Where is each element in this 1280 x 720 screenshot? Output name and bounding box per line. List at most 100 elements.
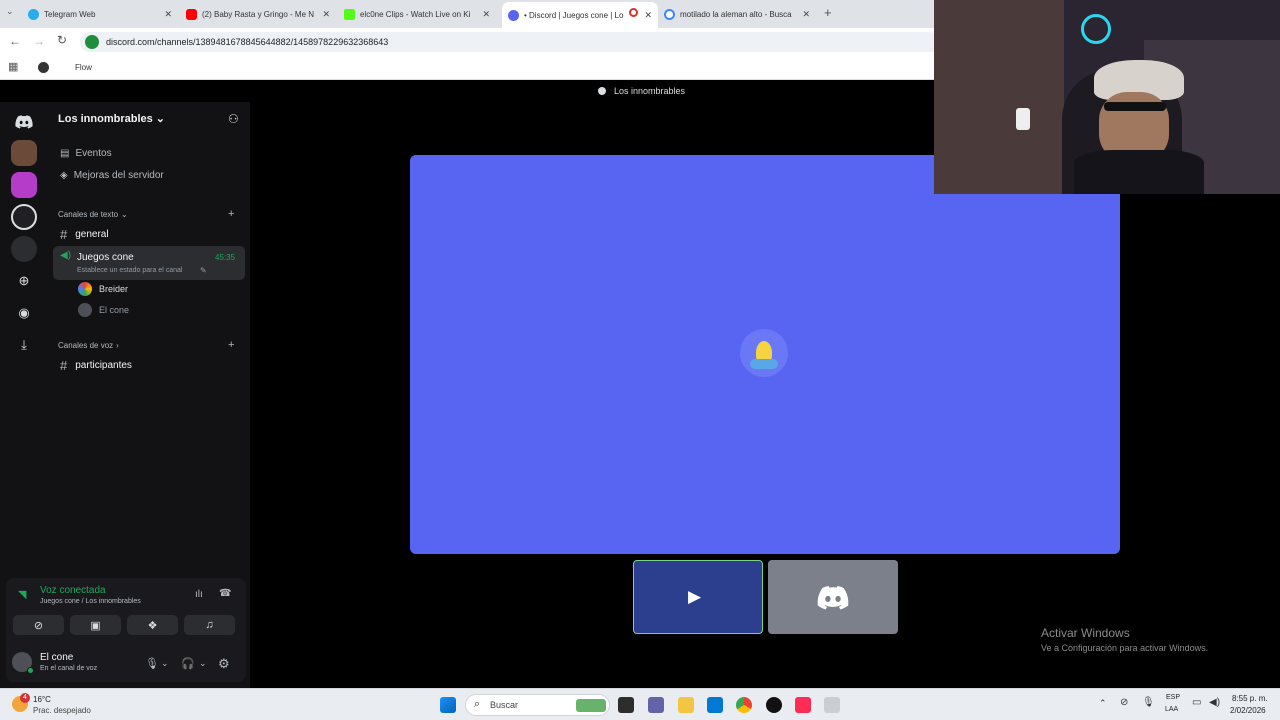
channel-label: Juegos cone (77, 252, 134, 263)
discover-icon[interactable]: ◉ (11, 300, 37, 326)
soundboard-button[interactable]: ♫ (184, 615, 235, 635)
channel-label: participantes (75, 360, 132, 371)
clock-time[interactable]: 8:55 p. m. (1232, 694, 1268, 703)
events-item[interactable]: ▤ Eventos (60, 148, 112, 159)
flow-icon (38, 62, 49, 73)
invite-people-icon[interactable]: ⚇ (228, 112, 239, 126)
file-explorer-icon[interactable] (678, 697, 694, 713)
discord-logo-icon (817, 586, 849, 610)
close-tab-icon[interactable]: ✕ (802, 9, 810, 20)
close-tab-icon[interactable]: ✕ (322, 9, 330, 20)
bookmarks-bar: ▦ Flow (0, 56, 934, 80)
google-icon (664, 8, 675, 20)
server-name-header[interactable]: Los innombrables ⌄ (58, 112, 165, 126)
task-view-icon[interactable] (618, 697, 634, 713)
discord-home-icon[interactable] (11, 109, 37, 135)
new-tab-button[interactable]: + (824, 5, 832, 20)
activities-button[interactable]: ❖ (127, 615, 178, 635)
chevron-down-icon[interactable]: ⌄ (161, 658, 169, 669)
chevron-down-icon[interactable]: ⌄ (199, 658, 207, 669)
download-icon[interactable]: ⤓ (11, 332, 37, 358)
disconnect-icon[interactable]: ☎ (219, 588, 231, 599)
address-bar[interactable]: discord.com/channels/1389481678845644882… (80, 32, 940, 52)
tab-telegram[interactable]: Telegram Web ✕ (28, 4, 178, 24)
back-icon[interactable]: ← (9, 34, 21, 48)
clock-date[interactable]: 2/02/2026 (1230, 706, 1266, 715)
obs-icon[interactable] (766, 697, 782, 713)
forward-icon[interactable]: → (33, 34, 45, 48)
voice-location[interactable]: Juegos cone / Los innombrables (40, 598, 141, 605)
server-avatar-los-innombrables[interactable] (11, 204, 37, 230)
channel-participantes[interactable]: # participantes (60, 358, 132, 373)
video-thumbnail-discord[interactable] (768, 560, 898, 634)
soundboard-icon: ♫ (205, 619, 214, 631)
tab-label: Telegram Web (44, 9, 96, 19)
tab-kick[interactable]: elc0ne Clips - Watch Live on Ki ✕ (344, 4, 496, 24)
reload-icon[interactable]: ↻ (57, 33, 67, 47)
app-icon[interactable] (824, 697, 840, 713)
edit-icon[interactable]: ✎ (200, 266, 207, 275)
tiktok-icon[interactable] (795, 697, 811, 713)
teams-icon[interactable] (648, 697, 664, 713)
tab-search-icon[interactable]: ⌄ (6, 6, 14, 17)
channel-status-text[interactable]: Establece un estado para el canal (77, 267, 182, 274)
add-text-channel-icon[interactable]: + (228, 208, 234, 220)
server-avatar-2[interactable] (11, 172, 37, 198)
bookmark-flow[interactable]: Flow (75, 63, 92, 72)
hidden-icons-icon[interactable]: ⊘ (1120, 697, 1128, 708)
url-text: discord.com/channels/1389481678845644882… (106, 37, 389, 47)
chrome-icon[interactable] (736, 697, 752, 713)
server-icon (598, 87, 606, 95)
weather-desc[interactable]: Prac. despejado (33, 706, 91, 715)
voice-channels-category[interactable]: Canales de voz › (58, 341, 119, 350)
recording-icon (629, 8, 638, 17)
noise-suppression-icon[interactable]: ılı (195, 589, 203, 600)
weather-temp[interactable]: 16°C (33, 695, 51, 704)
microphone-icon[interactable]: 🎙 (145, 657, 159, 670)
settings-gear-icon[interactable]: ⚙ (218, 656, 230, 672)
keyboard-layout[interactable]: LAA (1165, 706, 1178, 713)
volume-icon[interactable]: ◀) (1209, 697, 1220, 708)
apps-grid-icon[interactable]: ▦ (8, 60, 18, 73)
server-avatar-1[interactable] (11, 140, 37, 166)
boosts-item[interactable]: ◈ Mejoras del servidor (60, 170, 164, 181)
user-name[interactable]: El cone (40, 652, 73, 663)
sunglasses (1104, 102, 1166, 111)
chevron-right-icon: › (116, 341, 119, 350)
channel-voice-active[interactable]: ◀) Juegos cone 45:35 Establece un estado… (53, 246, 245, 280)
text-channels-category[interactable]: Canales de texto ⌄ (58, 210, 128, 219)
server-avatar-4[interactable] (11, 236, 37, 262)
video-thumbnail-self[interactable]: ▶ (633, 560, 763, 634)
language-indicator[interactable]: ESP (1166, 694, 1180, 701)
close-tab-icon[interactable]: ✕ (164, 9, 172, 20)
boosts-label: Mejoras del servidor (73, 170, 164, 181)
tab-google[interactable]: motilado la aleman alto - Busca ✕ (664, 4, 816, 24)
youtube-icon (186, 8, 197, 20)
search-icon: ⌕ (474, 698, 481, 710)
screen-share-button[interactable]: ▣ (70, 615, 121, 635)
boost-icon: ◈ (60, 170, 68, 181)
avatar (78, 282, 92, 296)
windows-start-icon[interactable] (440, 697, 456, 713)
microphone-tray-icon[interactable]: 🎙 (1142, 697, 1155, 708)
site-info-icon[interactable] (85, 35, 99, 49)
taskbar-search[interactable]: ⌕ Buscar (465, 694, 610, 716)
channel-general[interactable]: # general (60, 227, 109, 242)
add-server-icon[interactable]: ⊕ (11, 268, 37, 294)
store-icon[interactable] (707, 697, 723, 713)
tab-youtube[interactable]: (2) Baby Rasta y Gringo - Me N ✕ (186, 4, 336, 24)
close-tab-icon[interactable]: ✕ (482, 9, 490, 20)
camera-button[interactable]: ⊘ (13, 615, 64, 635)
voice-member-el-cone[interactable]: El cone (78, 303, 129, 317)
voice-member-breider[interactable]: Breider (78, 282, 128, 296)
voice-status[interactable]: Voz conectada (40, 585, 106, 596)
signal-icon[interactable]: ◥ (18, 588, 26, 601)
headphones-icon[interactable]: 🎧 (181, 657, 195, 670)
add-voice-channel-icon[interactable]: + (228, 339, 234, 351)
watermark-title: Activar Windows (1041, 626, 1130, 640)
tab-discord[interactable]: • Discord | Juegos cone | Lo ✕ (502, 2, 658, 28)
main-video-tile[interactable] (410, 155, 1120, 554)
chevron-up-icon[interactable]: ⌃ (1099, 698, 1107, 709)
network-icon[interactable]: ▭ (1192, 697, 1201, 708)
close-tab-icon[interactable]: ✕ (644, 10, 652, 21)
